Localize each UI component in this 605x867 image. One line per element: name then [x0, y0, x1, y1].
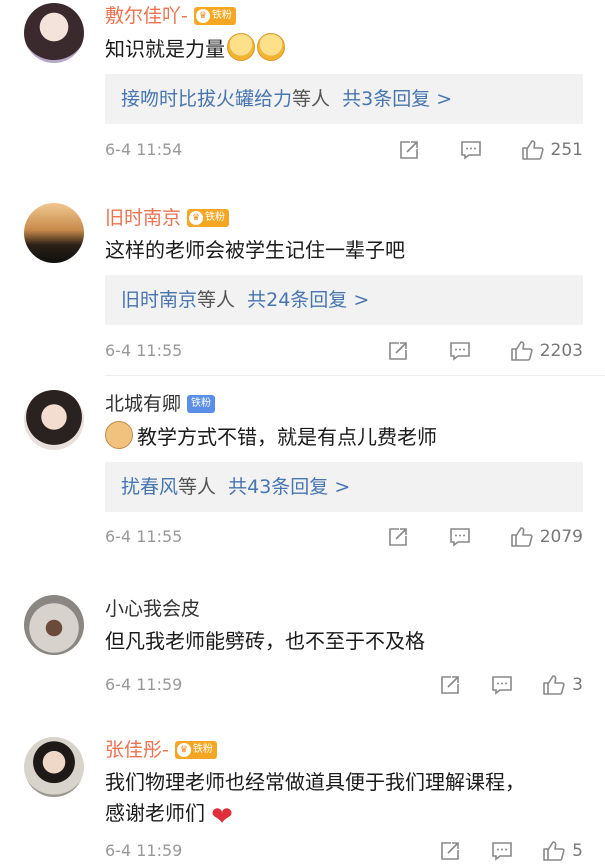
comment-text: 这样的老师会被学生记住一辈子吧 [105, 238, 405, 262]
comment-text: 但凡我老师能劈砖，也不至于不及格 [105, 629, 425, 653]
fan-badge: ♛ 铁粉 [174, 741, 217, 759]
reply-count-link[interactable]: 共3条回复 > [342, 88, 452, 110]
reply-mid: 等人 [197, 289, 236, 311]
like-count: 251 [550, 140, 583, 160]
comment-text: 知识就是力量 [105, 33, 585, 65]
share-icon[interactable] [397, 138, 421, 162]
action-bar: 2079 [386, 525, 583, 549]
reply-count-link[interactable]: 共24条回复 > [247, 289, 369, 311]
timestamp: 6-4 11:55 [105, 341, 183, 360]
comment-meta: 6-4 11:59 3 [105, 673, 583, 697]
comment-icon[interactable] [490, 839, 514, 863]
comment-item: 旧时南京 ♛ 铁粉 这样的老师会被学生记住一辈子吧 旧时南京等人 共24条回复 … [0, 195, 605, 375]
username[interactable]: 敷尔佳吖- [105, 3, 188, 29]
comment-item: 小心我会皮 但凡我老师能劈砖，也不至于不及格 6-4 11:59 3 [0, 585, 605, 715]
share-icon[interactable] [438, 673, 462, 697]
fan-badge-label: 铁粉 [192, 744, 213, 755]
fan-badge-label: 铁粉 [205, 212, 226, 223]
reply-mid: 等人 [178, 476, 217, 498]
comment-item: 敷尔佳吖- ♛ 铁粉 知识就是力量 接吻时比拔火罐给力等人 共3条回复 > 6-… [0, 0, 605, 185]
avatar[interactable] [24, 3, 84, 63]
avatar[interactable] [24, 390, 84, 450]
like-count: 2079 [539, 527, 583, 547]
like-count: 2203 [539, 341, 583, 361]
reply-summary[interactable]: 扰春风等人 共43条回复 > [105, 462, 583, 512]
fan-badge: 铁粉 [187, 395, 216, 413]
fan-badge-label: 铁粉 [191, 398, 212, 409]
divider [105, 375, 605, 376]
timestamp: 6-4 11:54 [105, 140, 183, 159]
action-bar: 3 [438, 673, 583, 697]
like-icon[interactable] [521, 138, 545, 162]
reply-summary[interactable]: 接吻时比拔火罐给力等人 共3条回复 > [105, 74, 583, 124]
crown-icon: ♛ [176, 743, 191, 757]
reply-user[interactable]: 扰春风 [121, 476, 178, 498]
action-bar: 251 [397, 138, 583, 162]
reply-summary[interactable]: 旧时南京等人 共24条回复 > [105, 275, 583, 325]
comment-icon[interactable] [459, 138, 483, 162]
reply-user[interactable]: 旧时南京 [121, 289, 197, 311]
doge-emoji-icon [105, 421, 133, 449]
share-icon[interactable] [438, 839, 462, 863]
laugh-emoji-icon [257, 33, 285, 61]
fan-badge: ♛ 铁粉 [187, 209, 230, 227]
comment-text-content: 感谢老师们 [105, 801, 205, 825]
reply-mid: 等人 [292, 88, 331, 110]
comment-text-content: 知识就是力量 [105, 37, 225, 61]
like-count: 3 [572, 675, 583, 695]
username[interactable]: 张佳彤- [105, 737, 169, 763]
reply-count-link[interactable]: 共43条回复 > [228, 476, 350, 498]
share-icon[interactable] [386, 339, 410, 363]
timestamp: 6-4 11:59 [105, 675, 183, 694]
comment-icon[interactable] [448, 525, 472, 549]
crown-icon: ♛ [195, 9, 210, 23]
like-icon[interactable] [510, 525, 534, 549]
fan-badge-label: 铁粉 [211, 10, 232, 21]
comment-item: 北城有卿 铁粉 教学方式不错，就是有点儿费老师 扰春风等人 共43条回复 > 6… [0, 380, 605, 560]
action-bar: 2203 [386, 339, 583, 363]
comment-text: 教学方式不错，就是有点儿费老师 [105, 421, 585, 453]
comment-item: 张佳彤- ♛ 铁粉 我们物理老师也经常做道具便于我们理解课程， 感谢老师们 ❤ 6… [0, 727, 605, 867]
like-icon[interactable] [542, 673, 566, 697]
comment-icon[interactable] [448, 339, 472, 363]
timestamp: 6-4 11:59 [105, 841, 183, 860]
like-icon[interactable] [542, 839, 566, 863]
comment-meta: 6-4 11:54 251 [105, 138, 583, 162]
timestamp: 6-4 11:55 [105, 527, 183, 546]
comment-icon[interactable] [490, 673, 514, 697]
comment-meta: 6-4 11:55 2203 [105, 339, 583, 363]
laugh-emoji-icon [227, 33, 255, 61]
like-icon[interactable] [510, 339, 534, 363]
avatar[interactable] [24, 737, 84, 797]
fan-badge: ♛ 铁粉 [193, 7, 236, 25]
reply-user[interactable]: 接吻时比拔火罐给力 [121, 88, 292, 110]
comment-meta: 6-4 11:59 5 [105, 839, 583, 863]
comment-text-line: 感谢老师们 ❤ [105, 798, 585, 830]
comment-text: 我们物理老师也经常做道具便于我们理解课程， 感谢老师们 ❤ [105, 767, 585, 830]
comment-meta: 6-4 11:55 2079 [105, 525, 583, 549]
action-bar: 5 [438, 839, 583, 863]
comment-text-line: 我们物理老师也经常做道具便于我们理解课程， [105, 770, 525, 794]
username[interactable]: 北城有卿 [105, 391, 181, 417]
avatar[interactable] [24, 203, 84, 263]
avatar[interactable] [24, 595, 84, 655]
username[interactable]: 小心我会皮 [105, 596, 200, 622]
username[interactable]: 旧时南京 [105, 205, 181, 231]
like-count: 5 [572, 841, 583, 861]
heart-emoji-icon: ❤ [211, 802, 233, 832]
crown-icon: ♛ [189, 211, 204, 225]
share-icon[interactable] [386, 525, 410, 549]
comment-text-content: 教学方式不错，就是有点儿费老师 [137, 425, 437, 449]
